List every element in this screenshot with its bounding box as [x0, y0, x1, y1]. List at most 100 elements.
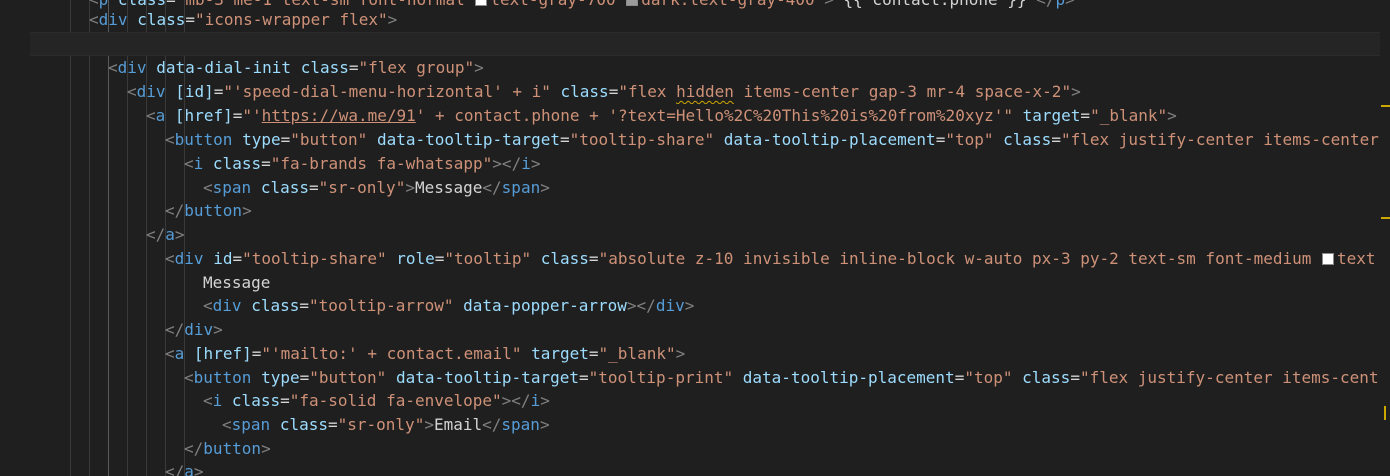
- token-string: "': [242, 106, 262, 125]
- token-tag: div: [655, 296, 685, 315]
- token-string: "icons-wrapper flex": [195, 10, 388, 29]
- token-string: "button": [290, 130, 368, 149]
- token-string: items-center gap-3 mr-4 space-x-2": [733, 82, 1072, 101]
- token-attr: data-tooltip-placement: [742, 368, 955, 387]
- token-attr: class: [540, 249, 589, 268]
- code-line[interactable]: <span class="sr-only">Message</span>: [0, 176, 1380, 200]
- token-string: "'mailto:' + contact.email": [261, 344, 522, 363]
- token-attr: role: [396, 249, 435, 268]
- token-attr: target: [531, 344, 589, 363]
- code-line[interactable]: <button type="button" data-tooltip-targe…: [0, 128, 1380, 152]
- token-attr: [id]: [175, 82, 214, 101]
- code-line[interactable]: Message: [0, 271, 1380, 295]
- token-attr: class: [1003, 130, 1052, 149]
- code-line[interactable]: </div>: [0, 318, 1380, 342]
- token-punct: <: [165, 130, 175, 149]
- code-editor[interactable]: <p class="mb-3 me-1 text-sm font-normal …: [0, 0, 1390, 476]
- token-string: "flex group": [358, 58, 475, 77]
- token-attr: class: [560, 82, 609, 101]
- token-punct: </: [165, 320, 185, 339]
- token-punct: </: [184, 439, 204, 458]
- code-line[interactable]: <div class="icons-wrapper flex">: [0, 8, 1380, 32]
- token-string: "tooltip-print": [588, 368, 734, 387]
- token-string: "tooltip-arrow": [309, 296, 454, 315]
- token-punct: ></: [626, 296, 656, 315]
- token-string: "tooltip-share": [569, 130, 715, 149]
- color-swatch-gray[interactable]: [626, 0, 639, 6]
- overview-ruler[interactable]: [1380, 0, 1390, 476]
- token-tag: div: [117, 58, 147, 77]
- token-tag: i: [530, 391, 541, 410]
- token-attr: type: [242, 130, 281, 149]
- token-punct: >: [675, 344, 686, 363]
- code-line[interactable]: <div id="tooltip-share" role="tooltip" c…: [0, 247, 1380, 271]
- token-tag: i: [193, 154, 204, 173]
- token-attr: data-tooltip-placement: [723, 130, 936, 149]
- code-line-current[interactable]: [30, 32, 1380, 56]
- token-attr: class: [231, 391, 281, 410]
- token-punct: >: [684, 296, 695, 315]
- token-punct: >: [261, 439, 271, 458]
- token-punct: <: [203, 178, 213, 197]
- token-tag: div: [136, 82, 166, 101]
- token-punct: <: [89, 10, 99, 29]
- code-line[interactable]: </button>: [0, 437, 1380, 461]
- token-text: Email: [433, 415, 483, 434]
- token-punct: >: [539, 415, 550, 434]
- token-string: "top": [964, 368, 1013, 387]
- token-punct: >: [213, 320, 223, 339]
- token-tag: span: [231, 415, 271, 434]
- url-link[interactable]: https://wa.me/91: [262, 106, 416, 125]
- token-punct: <: [184, 368, 194, 387]
- token-tag: div: [98, 10, 128, 29]
- token-punct: <: [146, 106, 156, 125]
- token-attr: [href]: [174, 106, 233, 125]
- warning-marker[interactable]: [1381, 105, 1390, 107]
- token-attr: data-dial-init: [156, 58, 292, 77]
- token-attr: id: [213, 249, 233, 268]
- code-line[interactable]: <button type="button" data-tooltip-targe…: [0, 366, 1380, 390]
- token-punct: <: [108, 58, 118, 77]
- token-punct: </: [146, 225, 166, 244]
- code-line[interactable]: <div [id]="'speed-dial-menu-horizontal' …: [0, 80, 1380, 104]
- code-line[interactable]: <a [href]="'mailto:' + contact.email" ta…: [0, 342, 1380, 366]
- code-line[interactable]: <i class="fa-solid fa-envelope"></i>: [0, 389, 1380, 413]
- token-punct: >: [242, 201, 252, 220]
- token-text: Message: [203, 273, 271, 292]
- token-punct: >: [174, 225, 185, 244]
- token-punct: </: [482, 178, 502, 197]
- token-attr: data-popper-arrow: [463, 296, 627, 315]
- color-swatch-white[interactable]: [475, 0, 488, 6]
- code-line[interactable]: <a [href]="'https://wa.me/91' + contact.…: [0, 104, 1380, 128]
- code-line[interactable]: </button>: [0, 199, 1380, 223]
- token-attr: data-tooltip-target: [395, 368, 579, 387]
- code-line[interactable]: <i class="fa-brands fa-whatsapp"></i>: [0, 152, 1380, 176]
- token-punct: <: [222, 415, 232, 434]
- token-string: "button": [309, 368, 387, 387]
- token-text: Message: [414, 178, 483, 197]
- warning-marker[interactable]: [1384, 406, 1386, 420]
- token-punct: >: [1071, 82, 1081, 101]
- token-string: "sr-only": [318, 178, 406, 197]
- code-line[interactable]: <div class="tooltip-arrow" data-popper-a…: [0, 294, 1380, 318]
- token-attr: type: [261, 368, 300, 387]
- token-tag: a: [184, 462, 194, 476]
- warning-squiggle[interactable]: hidden: [676, 82, 734, 101]
- token-tag: button: [184, 201, 243, 220]
- warning-marker[interactable]: [1381, 217, 1390, 219]
- code-line[interactable]: <span class="sr-only">Email</span>: [0, 413, 1380, 437]
- token-punct: >: [474, 58, 484, 77]
- code-line[interactable]: </a>: [0, 223, 1380, 247]
- token-punct: >: [1167, 106, 1177, 125]
- token-string: "fa-brands fa-whatsapp": [270, 154, 493, 173]
- color-swatch-white[interactable]: [1322, 253, 1335, 265]
- token-tag: button: [174, 130, 233, 149]
- token-tag: a: [165, 225, 175, 244]
- token-tag: a: [155, 106, 166, 125]
- code-line[interactable]: </a>: [0, 460, 1380, 476]
- token-attr: class: [300, 58, 349, 77]
- code-line[interactable]: <div data-dial-init class="flex group">: [0, 56, 1380, 80]
- token-string: "flex justify-center items-center: [1060, 130, 1379, 149]
- token-string: "top": [945, 130, 994, 149]
- token-tag: span: [501, 415, 540, 434]
